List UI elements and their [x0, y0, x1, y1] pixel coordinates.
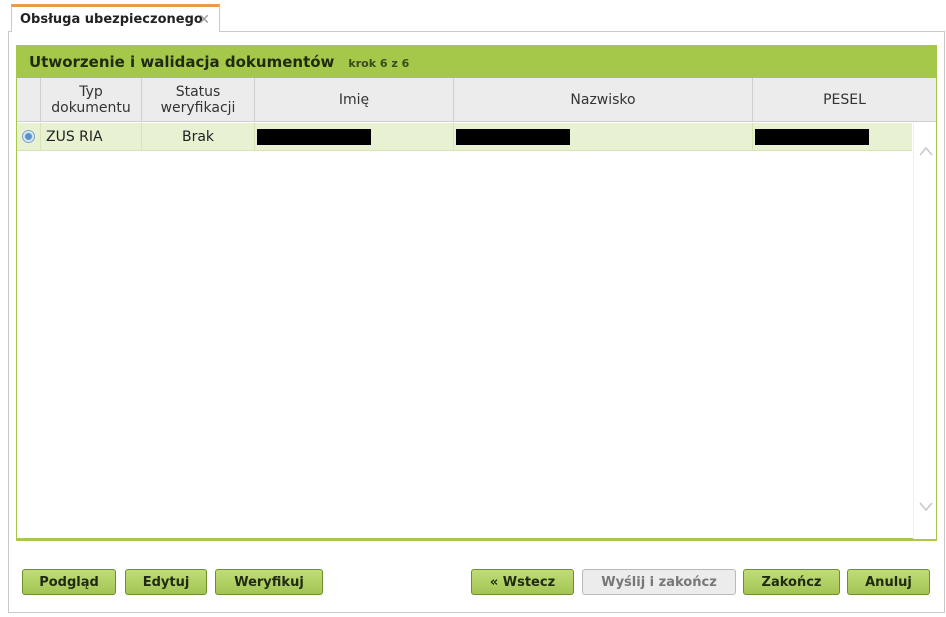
redacted-nazwisko	[456, 128, 570, 145]
cell-status: Brak	[142, 123, 255, 150]
chevron-up-icon[interactable]	[919, 141, 933, 160]
tab-label: Obsługa ubezpieczonego	[20, 12, 203, 27]
cell-nazwisko	[454, 123, 753, 150]
header-typ-dokumentu[interactable]: Typ dokumentu	[41, 78, 142, 121]
tab-obsluga-ubezpieczonego[interactable]: Obsługa ubezpieczonego ✕	[11, 4, 220, 32]
table-row[interactable]: ZUS RIA Brak	[17, 123, 912, 151]
cell-typ: ZUS RIA	[41, 123, 142, 150]
edit-button[interactable]: Edytuj	[125, 569, 207, 595]
documents-panel: Utworzenie i walidacja dokumentów krok 6…	[16, 45, 937, 541]
verify-button[interactable]: Weryfikuj	[215, 569, 323, 595]
back-button[interactable]: « Wstecz	[471, 569, 574, 595]
header-select	[17, 78, 41, 121]
row-radio[interactable]	[22, 130, 35, 143]
row-select-cell[interactable]	[17, 123, 41, 150]
header-nazwisko[interactable]: Nazwisko	[454, 78, 753, 121]
vertical-scrollbar[interactable]	[913, 123, 936, 539]
panel-title: Utworzenie i walidacja dokumentów	[29, 53, 335, 71]
finish-button[interactable]: Zakończ	[743, 569, 840, 595]
cell-imie	[255, 123, 454, 150]
header-status-weryfikacji[interactable]: Status weryfikacji	[142, 78, 255, 121]
send-and-finish-button[interactable]: Wyślij i zakończ	[582, 569, 736, 595]
step-indicator: krok 6 z 6	[348, 56, 410, 70]
header-pesel[interactable]: PESEL	[753, 78, 936, 121]
preview-button[interactable]: Podgląd	[22, 569, 116, 595]
cancel-button[interactable]: Anuluj	[847, 569, 930, 595]
cell-pesel	[753, 123, 912, 150]
chevron-down-icon[interactable]	[919, 497, 933, 516]
header-imie[interactable]: Imię	[255, 78, 454, 121]
redacted-imie	[257, 128, 371, 145]
table-header: Typ dokumentu Status weryfikacji Imię Na…	[17, 78, 936, 122]
redacted-pesel	[755, 128, 869, 145]
close-icon[interactable]: ✕	[198, 12, 210, 28]
panel-header: Utworzenie i walidacja dokumentów krok 6…	[17, 46, 936, 78]
